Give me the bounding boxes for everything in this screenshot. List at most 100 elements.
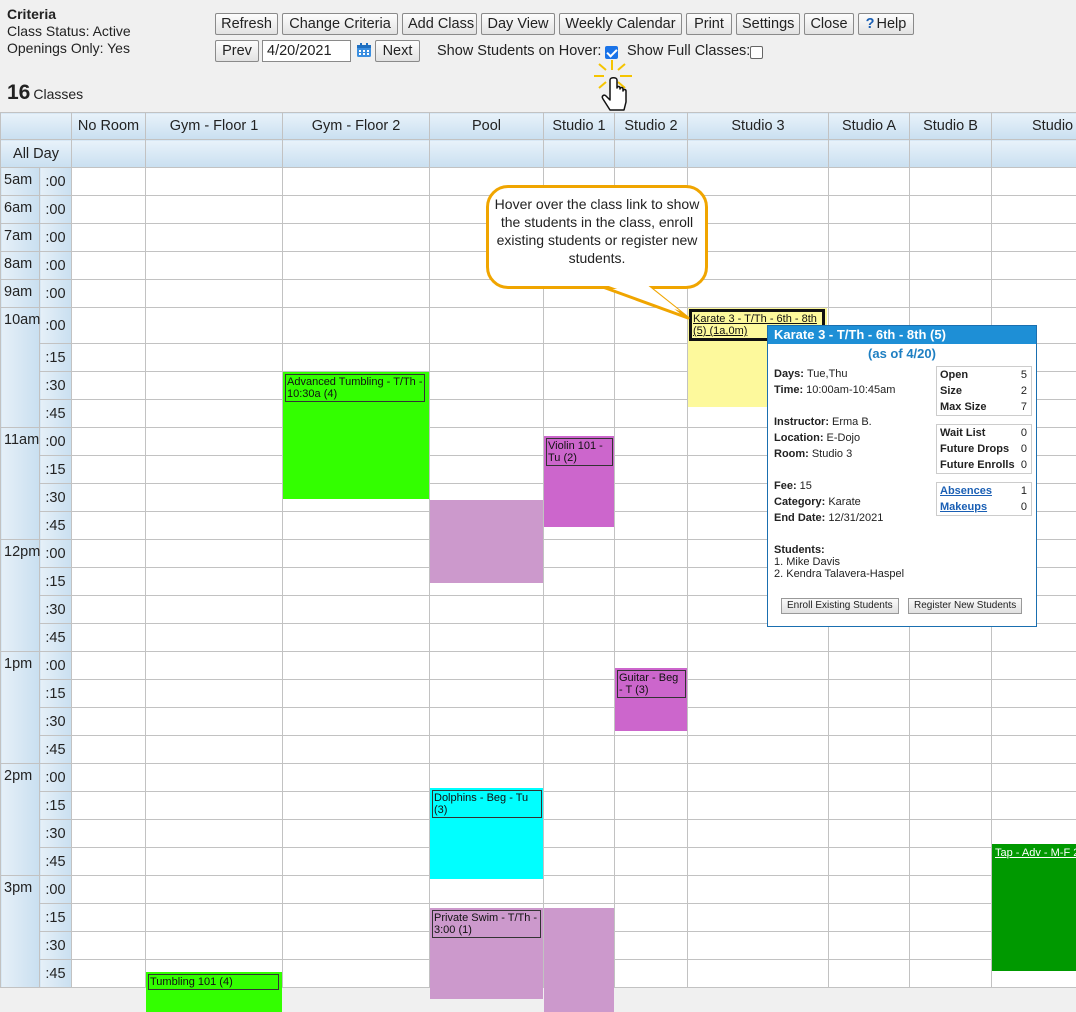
time-slot-cell[interactable] xyxy=(145,167,283,196)
class-link-tap[interactable]: Tap - Adv - M-F 2 (1a,0m) xyxy=(994,846,1076,860)
time-slot-cell[interactable] xyxy=(909,819,992,848)
time-slot-cell[interactable] xyxy=(282,679,430,708)
date-input[interactable]: 4/20/2021 xyxy=(262,40,351,62)
time-slot-cell[interactable] xyxy=(543,791,615,820)
time-slot-cell[interactable] xyxy=(145,223,283,252)
time-slot-cell[interactable] xyxy=(145,455,283,484)
time-slot-cell[interactable] xyxy=(614,399,688,428)
time-slot-cell[interactable] xyxy=(828,707,910,736)
time-slot-cell[interactable] xyxy=(71,679,146,708)
time-slot-cell[interactable] xyxy=(71,903,146,932)
time-slot-cell[interactable] xyxy=(614,539,688,568)
time-slot-cell[interactable] xyxy=(71,875,146,904)
time-slot-cell[interactable] xyxy=(543,847,615,876)
change-criteria-button[interactable]: Change Criteria xyxy=(282,13,398,35)
time-slot-cell[interactable] xyxy=(71,595,146,624)
time-slot-cell[interactable] xyxy=(614,847,688,876)
allday-cell[interactable] xyxy=(282,139,430,168)
time-slot-cell[interactable] xyxy=(71,307,146,344)
time-slot-cell[interactable] xyxy=(282,623,430,652)
time-slot-cell[interactable] xyxy=(909,903,992,932)
time-slot-cell[interactable] xyxy=(429,427,544,456)
time-slot-cell[interactable] xyxy=(687,875,829,904)
time-slot-cell[interactable] xyxy=(71,455,146,484)
time-slot-cell[interactable] xyxy=(909,679,992,708)
time-slot-cell[interactable] xyxy=(145,875,283,904)
time-slot-cell[interactable] xyxy=(687,819,829,848)
time-slot-cell[interactable] xyxy=(687,763,829,792)
time-slot-cell[interactable] xyxy=(828,679,910,708)
time-slot-cell[interactable] xyxy=(991,735,1076,764)
time-slot-cell[interactable] xyxy=(828,903,910,932)
time-slot-cell[interactable] xyxy=(71,427,146,456)
time-slot-cell[interactable] xyxy=(909,735,992,764)
time-slot-cell[interactable] xyxy=(145,371,283,400)
class-link-dolphins[interactable]: Dolphins - Beg - Tu (3) xyxy=(432,790,542,818)
allday-cell[interactable] xyxy=(543,139,615,168)
time-slot-cell[interactable] xyxy=(687,735,829,764)
time-slot-cell[interactable] xyxy=(429,455,544,484)
time-slot-cell[interactable] xyxy=(687,959,829,988)
time-slot-cell[interactable] xyxy=(71,511,146,540)
time-slot-cell[interactable] xyxy=(429,707,544,736)
time-slot-cell[interactable] xyxy=(145,707,283,736)
allday-cell[interactable] xyxy=(614,139,688,168)
time-slot-cell[interactable] xyxy=(282,251,430,280)
time-slot-cell[interactable] xyxy=(991,167,1076,196)
add-class-button[interactable]: Add Class xyxy=(402,13,477,35)
time-slot-cell[interactable] xyxy=(687,707,829,736)
time-slot-cell[interactable] xyxy=(71,623,146,652)
time-slot-cell[interactable] xyxy=(145,763,283,792)
time-slot-cell[interactable] xyxy=(429,735,544,764)
time-slot-cell[interactable] xyxy=(71,567,146,596)
time-slot-cell[interactable] xyxy=(543,763,615,792)
time-slot-cell[interactable] xyxy=(145,539,283,568)
time-slot-cell[interactable] xyxy=(282,279,430,308)
time-slot-cell[interactable] xyxy=(543,567,615,596)
time-slot-cell[interactable] xyxy=(909,195,992,224)
absences-link[interactable]: Absences xyxy=(940,485,992,497)
time-slot-cell[interactable] xyxy=(614,483,688,512)
allday-cell[interactable] xyxy=(429,139,544,168)
time-slot-cell[interactable] xyxy=(614,763,688,792)
class-block-advanced-tumbling[interactable]: Advanced Tumbling - T/Th - 10:30a (4) xyxy=(283,372,429,499)
time-slot-cell[interactable] xyxy=(991,195,1076,224)
time-slot-cell[interactable] xyxy=(282,595,430,624)
time-slot-cell[interactable] xyxy=(282,539,430,568)
time-slot-cell[interactable] xyxy=(282,343,430,372)
time-slot-cell[interactable] xyxy=(71,167,146,196)
time-slot-cell[interactable] xyxy=(828,763,910,792)
time-slot-cell[interactable] xyxy=(282,511,430,540)
time-slot-cell[interactable] xyxy=(282,567,430,596)
time-slot-cell[interactable] xyxy=(145,343,283,372)
time-slot-cell[interactable] xyxy=(145,651,283,680)
time-slot-cell[interactable] xyxy=(687,223,829,252)
time-slot-cell[interactable] xyxy=(828,623,910,652)
time-slot-cell[interactable] xyxy=(828,251,910,280)
time-slot-cell[interactable] xyxy=(614,903,688,932)
class-block-tumbling-101[interactable]: Tumbling 101 (4) xyxy=(146,972,282,1012)
time-slot-cell[interactable] xyxy=(71,343,146,372)
class-block-pool[interactable] xyxy=(430,500,543,583)
time-slot-cell[interactable] xyxy=(282,819,430,848)
time-slot-cell[interactable] xyxy=(145,791,283,820)
time-slot-cell[interactable] xyxy=(828,931,910,960)
time-slot-cell[interactable] xyxy=(614,371,688,400)
time-slot-cell[interactable] xyxy=(543,735,615,764)
time-slot-cell[interactable] xyxy=(145,251,283,280)
time-slot-cell[interactable] xyxy=(991,763,1076,792)
time-slot-cell[interactable] xyxy=(991,651,1076,680)
class-block-private-swim[interactable]: Private Swim - T/Th - 3:00 (1) xyxy=(430,908,543,999)
time-slot-cell[interactable] xyxy=(614,791,688,820)
time-slot-cell[interactable] xyxy=(687,791,829,820)
class-link-tumbling-101[interactable]: Tumbling 101 (4) xyxy=(148,974,279,990)
time-slot-cell[interactable] xyxy=(543,819,615,848)
time-slot-cell[interactable] xyxy=(909,251,992,280)
time-slot-cell[interactable] xyxy=(614,455,688,484)
time-slot-cell[interactable] xyxy=(282,195,430,224)
time-slot-cell[interactable] xyxy=(71,819,146,848)
time-slot-cell[interactable] xyxy=(687,931,829,960)
time-slot-cell[interactable] xyxy=(71,223,146,252)
time-slot-cell[interactable] xyxy=(71,707,146,736)
time-slot-cell[interactable] xyxy=(145,819,283,848)
